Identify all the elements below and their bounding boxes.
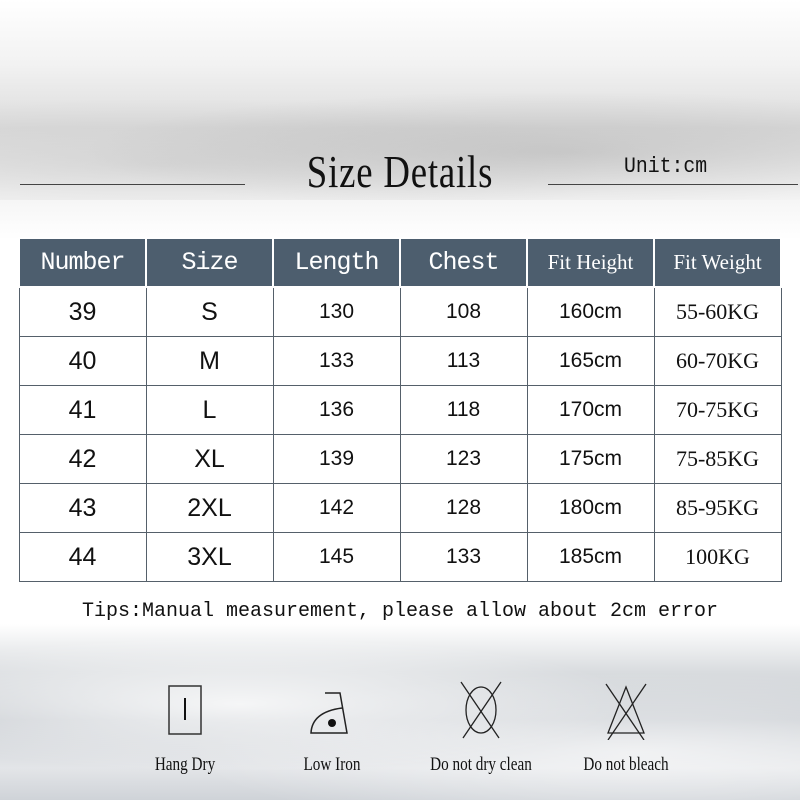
tips-text: Tips:Manual measurement, please allow ab… — [81, 600, 719, 623]
cell-size: 2XL — [145, 483, 274, 533]
header-chest: Chest — [399, 237, 528, 288]
cell-number: 39 — [18, 286, 147, 337]
cell-fit-height: 160cm — [526, 286, 655, 337]
cell-size: 3XL — [145, 532, 274, 582]
care-label: Low Iron — [303, 754, 361, 775]
care-no-bleach: Do not bleach — [556, 680, 696, 776]
header-size: Size — [145, 237, 274, 288]
cell-size: L — [145, 385, 274, 435]
cell-fit-height: 165cm — [526, 336, 655, 386]
cell-length: 130 — [272, 286, 401, 337]
table-row: 39 S 130 108 160cm 55-60KG — [18, 286, 782, 337]
unit-label: Unit:cm — [624, 154, 708, 179]
cell-chest: 108 — [399, 286, 528, 337]
header-length: Length — [272, 237, 401, 288]
cell-number: 43 — [18, 483, 147, 533]
cell-fit-height: 175cm — [526, 434, 655, 484]
cell-number: 40 — [18, 336, 147, 386]
cell-fit-height: 180cm — [526, 483, 655, 533]
cell-number: 41 — [18, 385, 147, 435]
cell-length: 139 — [272, 434, 401, 484]
care-label: Do not bleach — [583, 754, 669, 775]
header-fit-height: Fit Height — [526, 237, 655, 288]
cell-chest: 128 — [399, 483, 528, 533]
cell-length: 133 — [272, 336, 401, 386]
table-row: 42 XL 139 123 175cm 75-85KG — [18, 434, 782, 484]
cell-number: 42 — [18, 434, 147, 484]
cell-fit-weight: 70-75KG — [653, 385, 782, 435]
cell-size: S — [145, 286, 274, 337]
cell-length: 136 — [272, 385, 401, 435]
cell-chest: 118 — [399, 385, 528, 435]
cell-chest: 133 — [399, 532, 528, 582]
table-row: 44 3XL 145 133 185cm 100KG — [18, 532, 782, 582]
cell-fit-weight: 55-60KG — [653, 286, 782, 337]
cell-size: M — [145, 336, 274, 386]
care-hang-dry: Hang Dry — [115, 680, 255, 776]
low-iron-icon — [310, 692, 348, 734]
hang-dry-icon — [168, 685, 202, 735]
cell-length: 142 — [272, 483, 401, 533]
table-row: 40 M 133 113 165cm 60-70KG — [18, 336, 782, 386]
care-label: Do not dry clean — [430, 754, 532, 775]
size-table: Number Size Length Chest Fit Height Fit … — [18, 237, 782, 582]
no-dry-clean-icon — [460, 681, 502, 739]
cell-length: 145 — [272, 532, 401, 582]
care-label: Hang Dry — [154, 754, 216, 775]
care-low-iron: Low Iron — [262, 680, 402, 776]
cell-fit-weight: 60-70KG — [653, 336, 782, 386]
header-fit-weight: Fit Weight — [653, 237, 782, 288]
cell-fit-height: 170cm — [526, 385, 655, 435]
care-no-dry-clean: Do not dry clean — [411, 680, 551, 776]
cell-fit-height: 185cm — [526, 532, 655, 582]
no-bleach-icon — [605, 683, 647, 740]
cell-fit-weight: 85-95KG — [653, 483, 782, 533]
table-row: 41 L 136 118 170cm 70-75KG — [18, 385, 782, 435]
cell-fit-weight: 75-85KG — [653, 434, 782, 484]
header-number: Number — [18, 237, 147, 288]
cell-number: 44 — [18, 532, 147, 582]
cell-fit-weight: 100KG — [653, 532, 782, 582]
cell-chest: 113 — [399, 336, 528, 386]
cell-chest: 123 — [399, 434, 528, 484]
table-header-row: Number Size Length Chest Fit Height Fit … — [18, 237, 782, 288]
table-row: 43 2XL 142 128 180cm 85-95KG — [18, 483, 782, 533]
cell-size: XL — [145, 434, 274, 484]
